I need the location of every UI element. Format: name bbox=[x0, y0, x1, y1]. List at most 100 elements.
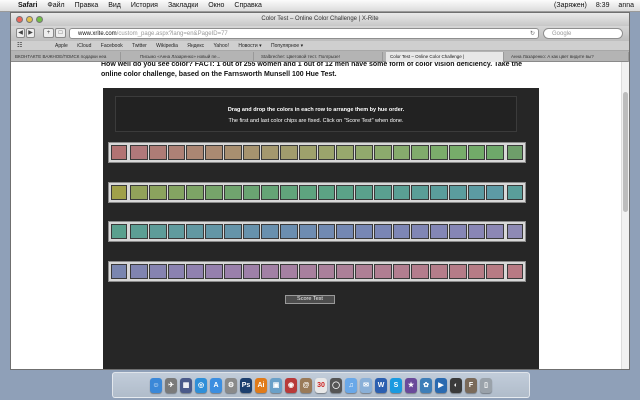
draggable-color-chip[interactable] bbox=[448, 145, 467, 160]
scrollbar-thumb[interactable] bbox=[623, 92, 628, 212]
draggable-color-chip[interactable] bbox=[205, 185, 223, 200]
dock-app-store-icon[interactable]: A bbox=[210, 377, 222, 393]
draggable-color-chip[interactable] bbox=[467, 264, 486, 279]
share-button[interactable]: □ bbox=[55, 28, 66, 38]
draggable-color-chip[interactable] bbox=[336, 224, 354, 239]
dock-mp-player-icon[interactable]: ▶ bbox=[435, 377, 447, 393]
draggable-color-chip[interactable] bbox=[261, 264, 279, 279]
user-name[interactable]: anna bbox=[618, 2, 634, 9]
menu-help[interactable]: Справка bbox=[234, 2, 261, 9]
dock-itunes-icon[interactable]: ♫ bbox=[345, 377, 357, 393]
browser-tab[interactable]: ВКОНТАКТЕ ВАЖНОЕ/ПОИСК подарки неа bbox=[11, 52, 121, 62]
draggable-color-chip[interactable] bbox=[411, 224, 429, 239]
draggable-color-chip[interactable] bbox=[411, 145, 429, 160]
draggable-color-chip[interactable] bbox=[223, 145, 242, 160]
dock-preview-icon[interactable]: ▣ bbox=[270, 377, 282, 393]
draggable-color-chip[interactable] bbox=[448, 224, 467, 239]
score-test-button[interactable]: Score Test bbox=[285, 295, 335, 304]
draggable-color-chip[interactable] bbox=[298, 185, 317, 200]
draggable-color-chip[interactable] bbox=[448, 185, 467, 200]
back-button[interactable]: ◀ bbox=[16, 28, 25, 38]
minimize-window-icon[interactable] bbox=[26, 16, 33, 23]
draggable-color-chip[interactable] bbox=[130, 185, 148, 200]
close-window-icon[interactable] bbox=[16, 16, 23, 23]
draggable-color-chip[interactable] bbox=[280, 185, 298, 200]
draggable-color-chip[interactable] bbox=[486, 145, 504, 160]
menu-bookmarks[interactable]: Закладки bbox=[168, 2, 198, 9]
draggable-color-chip[interactable] bbox=[486, 264, 504, 279]
address-bar[interactable]: www.xrite.com/custom_page.aspx?lang=en&P… bbox=[69, 28, 539, 39]
dock-finder-icon[interactable]: ☺ bbox=[150, 377, 162, 393]
forward-button[interactable]: ▶ bbox=[26, 28, 35, 38]
draggable-color-chip[interactable] bbox=[186, 264, 204, 279]
draggable-color-chip[interactable] bbox=[205, 145, 223, 160]
draggable-color-chip[interactable] bbox=[355, 264, 373, 279]
draggable-color-chip[interactable] bbox=[411, 264, 429, 279]
battery-status[interactable]: (Заряжен) bbox=[554, 2, 587, 9]
draggable-color-chip[interactable] bbox=[430, 145, 448, 160]
draggable-color-chip[interactable] bbox=[148, 145, 167, 160]
draggable-color-chip[interactable] bbox=[298, 145, 317, 160]
draggable-color-chip[interactable] bbox=[167, 185, 186, 200]
draggable-color-chip[interactable] bbox=[392, 264, 411, 279]
dock-imovie-icon[interactable]: ★ bbox=[405, 377, 417, 393]
draggable-color-chip[interactable] bbox=[130, 224, 148, 239]
dock-launchpad-icon[interactable]: ✈ bbox=[165, 377, 177, 393]
menu-history[interactable]: История bbox=[131, 2, 158, 9]
draggable-color-chip[interactable] bbox=[317, 145, 336, 160]
draggable-color-chip[interactable] bbox=[242, 224, 261, 239]
dock-photo-booth-icon[interactable]: ◉ bbox=[285, 377, 297, 393]
bookmark-item[interactable]: Twitter bbox=[132, 43, 147, 49]
menu-edit[interactable]: Правка bbox=[75, 2, 99, 9]
draggable-color-chip[interactable] bbox=[411, 185, 429, 200]
draggable-color-chip[interactable] bbox=[373, 145, 392, 160]
draggable-color-chip[interactable] bbox=[223, 185, 242, 200]
draggable-color-chip[interactable] bbox=[167, 145, 186, 160]
draggable-color-chip[interactable] bbox=[336, 185, 354, 200]
draggable-color-chip[interactable] bbox=[148, 224, 167, 239]
draggable-color-chip[interactable] bbox=[392, 145, 411, 160]
dock-skype-icon[interactable]: S bbox=[390, 377, 402, 393]
draggable-color-chip[interactable] bbox=[130, 145, 148, 160]
draggable-color-chip[interactable] bbox=[355, 185, 373, 200]
draggable-color-chip[interactable] bbox=[261, 224, 279, 239]
draggable-color-chip[interactable] bbox=[280, 224, 298, 239]
dock-iphoto-icon[interactable]: ✿ bbox=[420, 377, 432, 393]
dock-dashboard-icon[interactable]: ◐ bbox=[450, 377, 462, 393]
bookmark-item[interactable]: Популярное ▾ bbox=[271, 43, 303, 49]
bookmark-item[interactable]: Wikipedia bbox=[156, 43, 178, 49]
draggable-color-chip[interactable] bbox=[486, 224, 504, 239]
bookmark-item[interactable]: Новости ▾ bbox=[238, 43, 261, 49]
draggable-color-chip[interactable] bbox=[317, 185, 336, 200]
draggable-color-chip[interactable] bbox=[148, 185, 167, 200]
draggable-color-chip[interactable] bbox=[186, 145, 204, 160]
draggable-color-chip[interactable] bbox=[205, 264, 223, 279]
draggable-color-chip[interactable] bbox=[261, 145, 279, 160]
draggable-color-chip[interactable] bbox=[392, 224, 411, 239]
draggable-color-chip[interactable] bbox=[223, 224, 242, 239]
draggable-color-chip[interactable] bbox=[298, 224, 317, 239]
draggable-color-chip[interactable] bbox=[430, 185, 448, 200]
browser-tab[interactable]: Stalbrecher: Цветовой тест. Полгрызе! bbox=[257, 52, 383, 62]
menu-app-safari[interactable]: Safari bbox=[18, 2, 37, 9]
bookmark-item[interactable]: Facebook bbox=[101, 43, 123, 49]
draggable-color-chip[interactable] bbox=[355, 224, 373, 239]
dock-mail-icon[interactable]: ✉ bbox=[360, 377, 372, 393]
draggable-color-chip[interactable] bbox=[373, 185, 392, 200]
menu-window[interactable]: Окно bbox=[208, 2, 224, 9]
draggable-color-chip[interactable] bbox=[355, 145, 373, 160]
draggable-color-chip[interactable] bbox=[280, 145, 298, 160]
draggable-color-chip[interactable] bbox=[148, 264, 167, 279]
draggable-color-chip[interactable] bbox=[317, 264, 336, 279]
reload-icon[interactable]: ↻ bbox=[530, 29, 535, 39]
menu-file[interactable]: Файл bbox=[47, 2, 64, 9]
dock-system-preferences-icon[interactable]: ⚙ bbox=[225, 377, 237, 393]
draggable-color-chip[interactable] bbox=[280, 264, 298, 279]
draggable-color-chip[interactable] bbox=[186, 185, 204, 200]
dock-font-book-icon[interactable]: F bbox=[465, 377, 477, 393]
draggable-color-chip[interactable] bbox=[430, 264, 448, 279]
dock-address-book-icon[interactable]: @ bbox=[300, 377, 312, 393]
dock-photoshop-icon[interactable]: Ps bbox=[240, 377, 252, 393]
draggable-color-chip[interactable] bbox=[373, 224, 392, 239]
draggable-color-chip[interactable] bbox=[242, 185, 261, 200]
